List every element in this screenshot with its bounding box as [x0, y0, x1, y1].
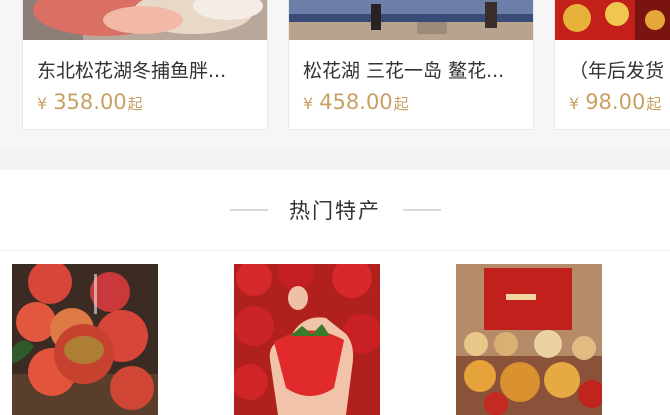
product-card[interactable]: 东北松花湖冬捕鱼胖... ¥358.00起 — [22, 0, 268, 130]
product-cards-strip: 东北松花湖冬捕鱼胖... ¥358.00起 松花湖 三花一岛 鳌花... ¥45… — [0, 0, 670, 148]
currency-symbol: ¥ — [37, 94, 48, 113]
product-card[interactable]: 松花湖 三花一岛 鳌花... ¥458.00起 — [288, 0, 534, 130]
product-title: 东北松花湖冬捕鱼胖... — [37, 60, 227, 82]
product-price: ¥458.00起 — [303, 90, 409, 114]
product-price: ¥358.00起 — [37, 90, 143, 114]
product-price: ¥98.00起 — [569, 90, 661, 114]
section-divider — [0, 148, 670, 170]
product-title: （年后发货 — [569, 60, 665, 82]
price-value: 458.00 — [319, 90, 393, 114]
strawberries-photo — [234, 264, 380, 415]
section-header: 热门特产 — [0, 170, 670, 250]
product-image-festive[interactable] — [555, 0, 670, 40]
currency-symbol: ¥ — [569, 94, 580, 113]
price-value: 98.00 — [585, 90, 646, 114]
section-title: 热门特产 — [289, 199, 381, 223]
product-card[interactable]: （年后发货 ¥98.00起 — [554, 0, 670, 130]
product-image-lake[interactable] — [289, 0, 533, 40]
price-suffix: 起 — [646, 95, 662, 113]
section-separator — [0, 250, 670, 251]
title-line-right — [403, 209, 441, 211]
price-value: 358.00 — [53, 90, 127, 114]
specialty-tomatoes-tile[interactable] — [12, 264, 158, 415]
gift-box-photo — [456, 264, 602, 415]
currency-symbol: ¥ — [303, 94, 314, 113]
specialty-strawberries-tile[interactable] — [234, 264, 380, 415]
tomatoes-photo — [12, 264, 158, 415]
price-suffix: 起 — [127, 95, 143, 113]
product-image-fish[interactable] — [23, 0, 267, 40]
page: 东北松花湖冬捕鱼胖... ¥358.00起 松花湖 三花一岛 鳌花... ¥45… — [0, 0, 670, 415]
price-suffix: 起 — [393, 95, 409, 113]
product-title: 松花湖 三花一岛 鳌花... — [303, 60, 505, 82]
specialty-gift-box-tile[interactable] — [456, 264, 602, 415]
